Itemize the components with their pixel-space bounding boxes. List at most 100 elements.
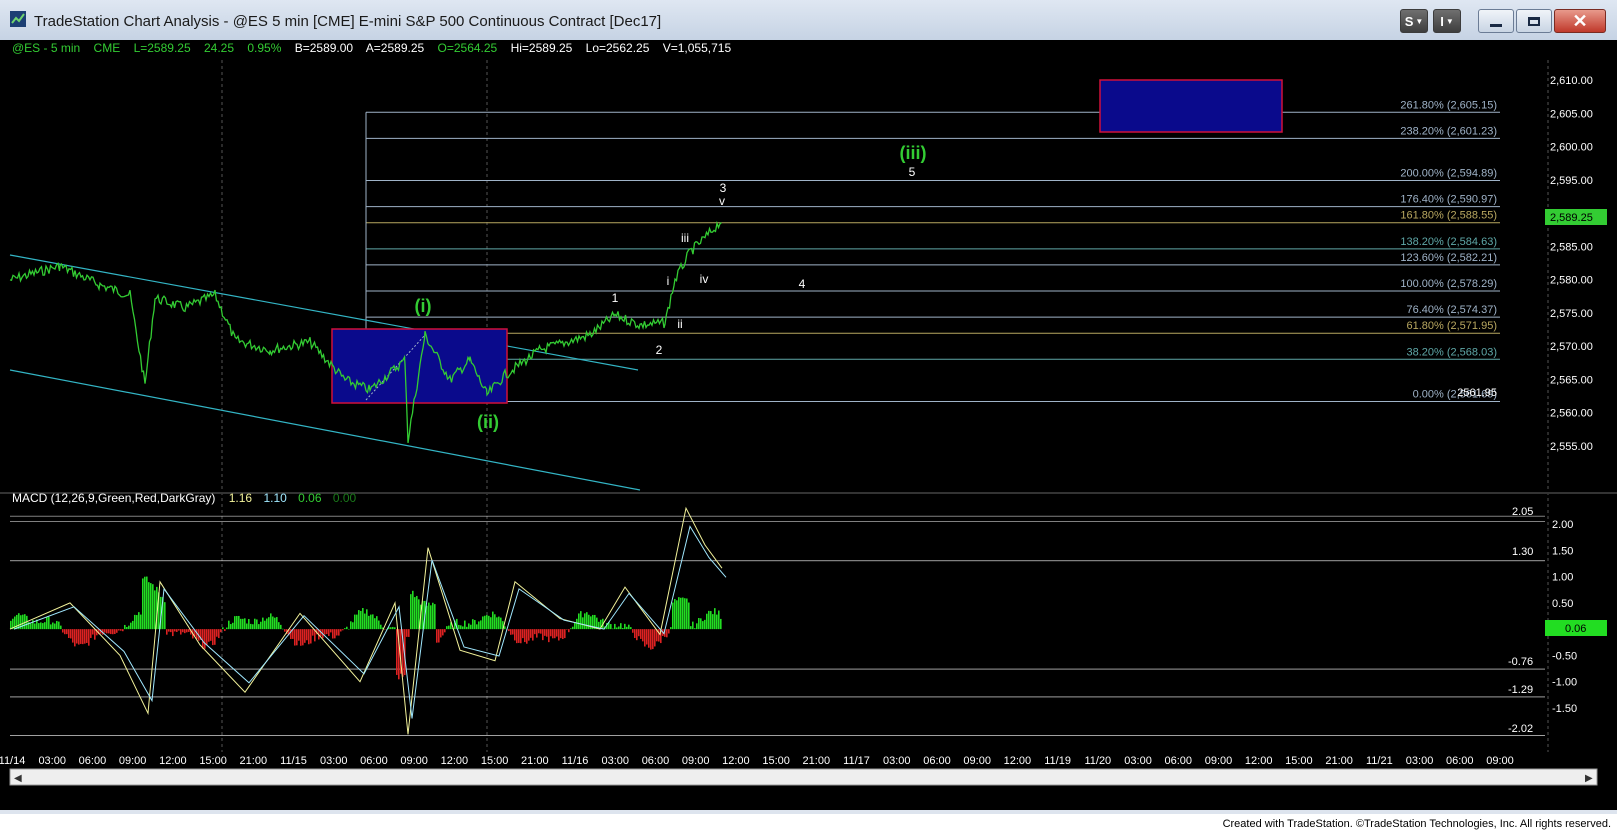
time-tick: 12:00 [1004, 755, 1032, 767]
low: Lo=2562.25 [586, 41, 650, 55]
macd-bar [442, 629, 444, 636]
macd-bar [490, 617, 492, 630]
horizontal-scrollbar[interactable] [9, 768, 1598, 786]
macd-bar [352, 622, 354, 630]
minimize-button[interactable] [1478, 9, 1514, 33]
macd-bar [336, 629, 338, 636]
macd-bar [34, 623, 36, 630]
chart-area[interactable]: 261.80% (2,605.15) 238.20% (2,601.23) 200.… [0, 40, 1617, 810]
macd-tick: 0.50 [1552, 598, 1573, 610]
time-tick: 11/21 [1366, 755, 1393, 767]
macd-bar [114, 629, 116, 634]
title-bar[interactable]: TradeStation Chart Analysis - @ES 5 min … [0, 0, 1617, 41]
macd-bar [222, 627, 224, 630]
time-tick: 03:00 [601, 755, 629, 767]
macd-bar [52, 622, 54, 630]
macd-bar [542, 629, 544, 641]
macd-bar [374, 618, 376, 630]
fib-label: 176.40% (2,590.97) [1400, 194, 1497, 206]
macd-bar [42, 623, 44, 630]
macd-bar [646, 629, 648, 645]
macd-bar [616, 627, 618, 630]
pct-change: 0.95% [247, 41, 281, 55]
macd-bar [250, 623, 252, 630]
macd-bar [394, 627, 396, 630]
macd-bar [462, 626, 464, 630]
macd-bar [116, 629, 118, 633]
time-tick: 09:00 [1205, 755, 1233, 767]
macd-bar [708, 610, 710, 630]
macd-bar [40, 622, 42, 630]
scroll-left-icon[interactable]: ◀ [14, 773, 22, 784]
macd-bar [416, 595, 418, 630]
macd-bar [488, 615, 490, 630]
macd-bar [674, 598, 676, 630]
macd-bar [166, 629, 168, 635]
macd-bar [242, 618, 244, 630]
macd-bar [468, 623, 470, 630]
macd-bar [298, 629, 300, 641]
macd-bar [210, 629, 212, 641]
fib-label: 123.60% (2,582.21) [1400, 252, 1497, 264]
macd-bar [578, 613, 580, 630]
macd-bar [512, 629, 514, 635]
time-tick: 11/15 [280, 755, 307, 767]
macd-bar [282, 628, 284, 630]
last-price: L=2589.25 [134, 41, 191, 55]
wave-label-green: (ii) [477, 412, 499, 432]
symbol-menu-button[interactable]: S ▼ [1400, 9, 1428, 33]
close-button[interactable]: ✕ [1554, 9, 1606, 33]
macd-bar [342, 629, 344, 631]
time-tick: 03:00 [1124, 755, 1152, 767]
macd-bar [676, 600, 678, 630]
macd-bar [650, 629, 652, 650]
macd-bar [168, 629, 170, 632]
macd-bar [238, 615, 240, 630]
macd-bar [184, 629, 186, 634]
macd-bar [82, 629, 84, 645]
time-tick: 03:00 [1406, 755, 1434, 767]
macd-bar [58, 621, 60, 630]
interval-menu-button[interactable]: I ▼ [1433, 9, 1461, 33]
last-price-tag-text: 2,589.25 [1550, 212, 1593, 224]
open: O=2564.25 [438, 41, 498, 55]
macd-bar [134, 614, 136, 630]
macd-bar [154, 590, 156, 630]
macd-bar [218, 629, 220, 639]
macd-bar [498, 616, 500, 630]
macd-bar [390, 627, 392, 630]
price-tick: 2,595.00 [1550, 175, 1593, 187]
wave-label: v [719, 194, 725, 208]
macd-bar [532, 629, 534, 641]
macd-bar [150, 583, 152, 630]
macd-bar [178, 629, 180, 631]
wave-label: 2 [656, 343, 663, 357]
time-tick: 15:00 [1285, 755, 1313, 767]
macd-bar [610, 624, 612, 630]
hist-value: 0.06 [298, 491, 322, 505]
price-marker: 2561.95 [1457, 387, 1497, 399]
time-tick: 03:00 [883, 755, 911, 767]
maximize-button[interactable] [1516, 9, 1552, 33]
zero-value: 0.00 [333, 491, 357, 505]
scroll-right-icon[interactable]: ▶ [1585, 773, 1593, 784]
time-tick: 11/19 [1044, 755, 1071, 767]
tradestation-window: TradeStation Chart Analysis - @ES 5 min … [0, 0, 1617, 836]
macd-bar [654, 629, 656, 647]
macd-bar [524, 629, 526, 643]
macd-bar [30, 623, 32, 630]
time-tick: 15:00 [762, 755, 790, 767]
time-tick: 12:00 [1245, 755, 1273, 767]
macd-bar [580, 611, 582, 630]
target-box [1099, 79, 1283, 133]
minimize-icon [1490, 23, 1502, 27]
macd-bar [302, 629, 304, 646]
macd-bar [392, 626, 394, 630]
macd-bar [276, 617, 278, 630]
macd-bar [268, 617, 270, 630]
time-tick: 21:00 [1325, 755, 1353, 767]
macd-tick: -0.50 [1552, 650, 1577, 662]
macd-bar [614, 623, 616, 630]
price-tick: 2,600.00 [1550, 142, 1593, 154]
wave-label: 5 [909, 165, 916, 179]
